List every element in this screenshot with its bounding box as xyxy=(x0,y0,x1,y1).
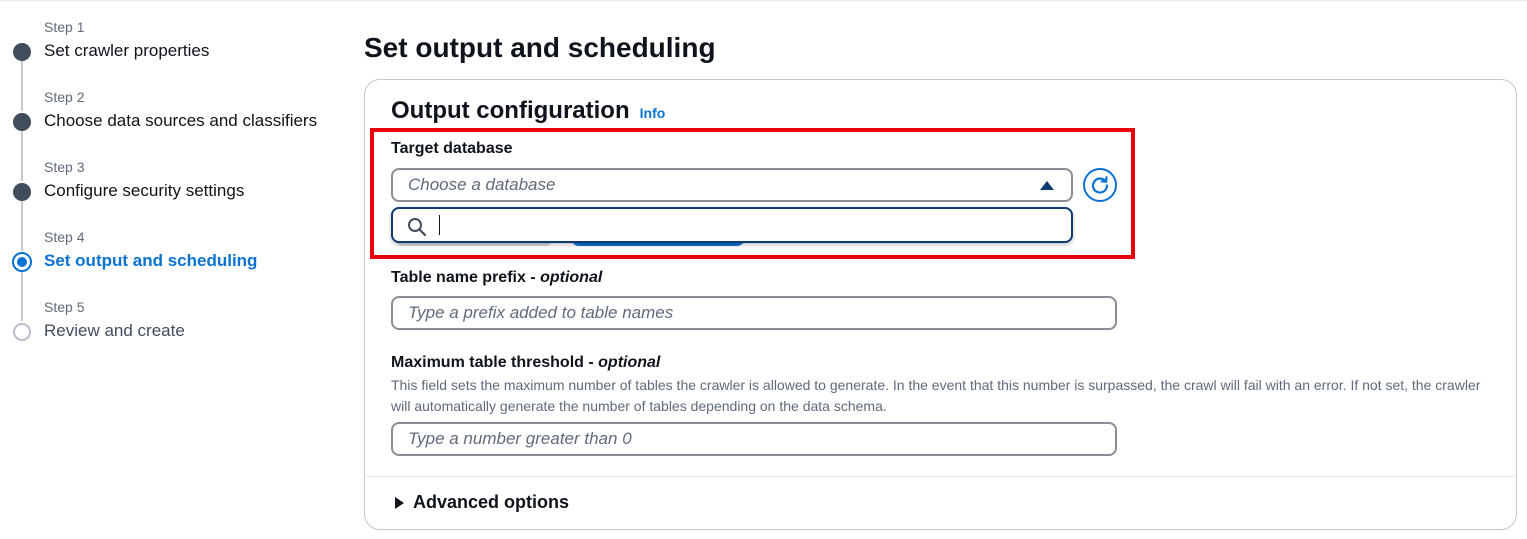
step-3-number: Step 3 xyxy=(44,159,85,175)
step-5-pending-icon xyxy=(13,323,31,341)
step-3-done-icon xyxy=(13,183,31,201)
caret-up-icon xyxy=(1040,181,1054,190)
step-4-number: Step 4 xyxy=(44,229,85,245)
label-separator: - xyxy=(583,354,599,371)
advanced-options-toggle[interactable]: Advanced options xyxy=(395,492,569,513)
max-threshold-label: Maximum table threshold - optional xyxy=(391,354,660,372)
step-2-done-icon xyxy=(13,113,31,131)
step-connector xyxy=(21,271,23,321)
panel-header: Output configuration Info xyxy=(391,97,665,125)
step-connector xyxy=(21,131,23,181)
step-2-link[interactable]: Choose data sources and classifiers xyxy=(44,110,317,132)
target-database-label: Target database xyxy=(391,140,513,157)
step-connector xyxy=(21,61,23,111)
output-configuration-panel: Output configuration Info Target databas… xyxy=(364,79,1517,530)
table-prefix-label: Table name prefix - optional xyxy=(391,269,602,287)
caret-right-icon xyxy=(395,496,404,509)
max-threshold-input[interactable] xyxy=(391,422,1117,456)
section-divider xyxy=(365,476,1516,477)
panel-heading: Output configuration xyxy=(391,97,630,124)
step-5-label: Review and create xyxy=(44,321,185,340)
step-1-done-icon xyxy=(13,43,31,61)
table-prefix-label-text: Table name prefix xyxy=(391,269,526,286)
info-link[interactable]: Info xyxy=(640,105,666,121)
optional-tag: optional xyxy=(598,354,661,371)
label-separator: - xyxy=(525,269,541,286)
max-threshold-description: This field sets the maximum number of ta… xyxy=(391,377,1481,414)
step-1-link[interactable]: Set crawler properties xyxy=(44,40,209,62)
step-3-link[interactable]: Configure security settings xyxy=(44,180,244,202)
text-cursor xyxy=(439,215,440,235)
target-database-select[interactable]: Choose a database xyxy=(391,168,1073,202)
step-4-current-icon xyxy=(12,252,32,272)
wizard-steps: Step 1 Set crawler properties Step 2 Cho… xyxy=(0,0,340,539)
table-prefix-input[interactable] xyxy=(391,296,1117,330)
advanced-options-label: Advanced options xyxy=(413,492,570,512)
target-database-placeholder: Choose a database xyxy=(408,175,556,194)
step-5-number: Step 5 xyxy=(44,299,85,315)
step-4-current-label: Set output and scheduling xyxy=(44,251,258,270)
database-filter-input[interactable] xyxy=(391,207,1073,243)
max-threshold-label-text: Maximum table threshold xyxy=(391,354,584,371)
step-1-number: Step 1 xyxy=(44,19,85,35)
page-title: Set output and scheduling xyxy=(364,32,716,63)
step-connector xyxy=(21,201,23,251)
step-2-number: Step 2 xyxy=(44,89,85,105)
optional-tag: optional xyxy=(540,269,603,286)
refresh-databases-button[interactable] xyxy=(1083,168,1117,202)
